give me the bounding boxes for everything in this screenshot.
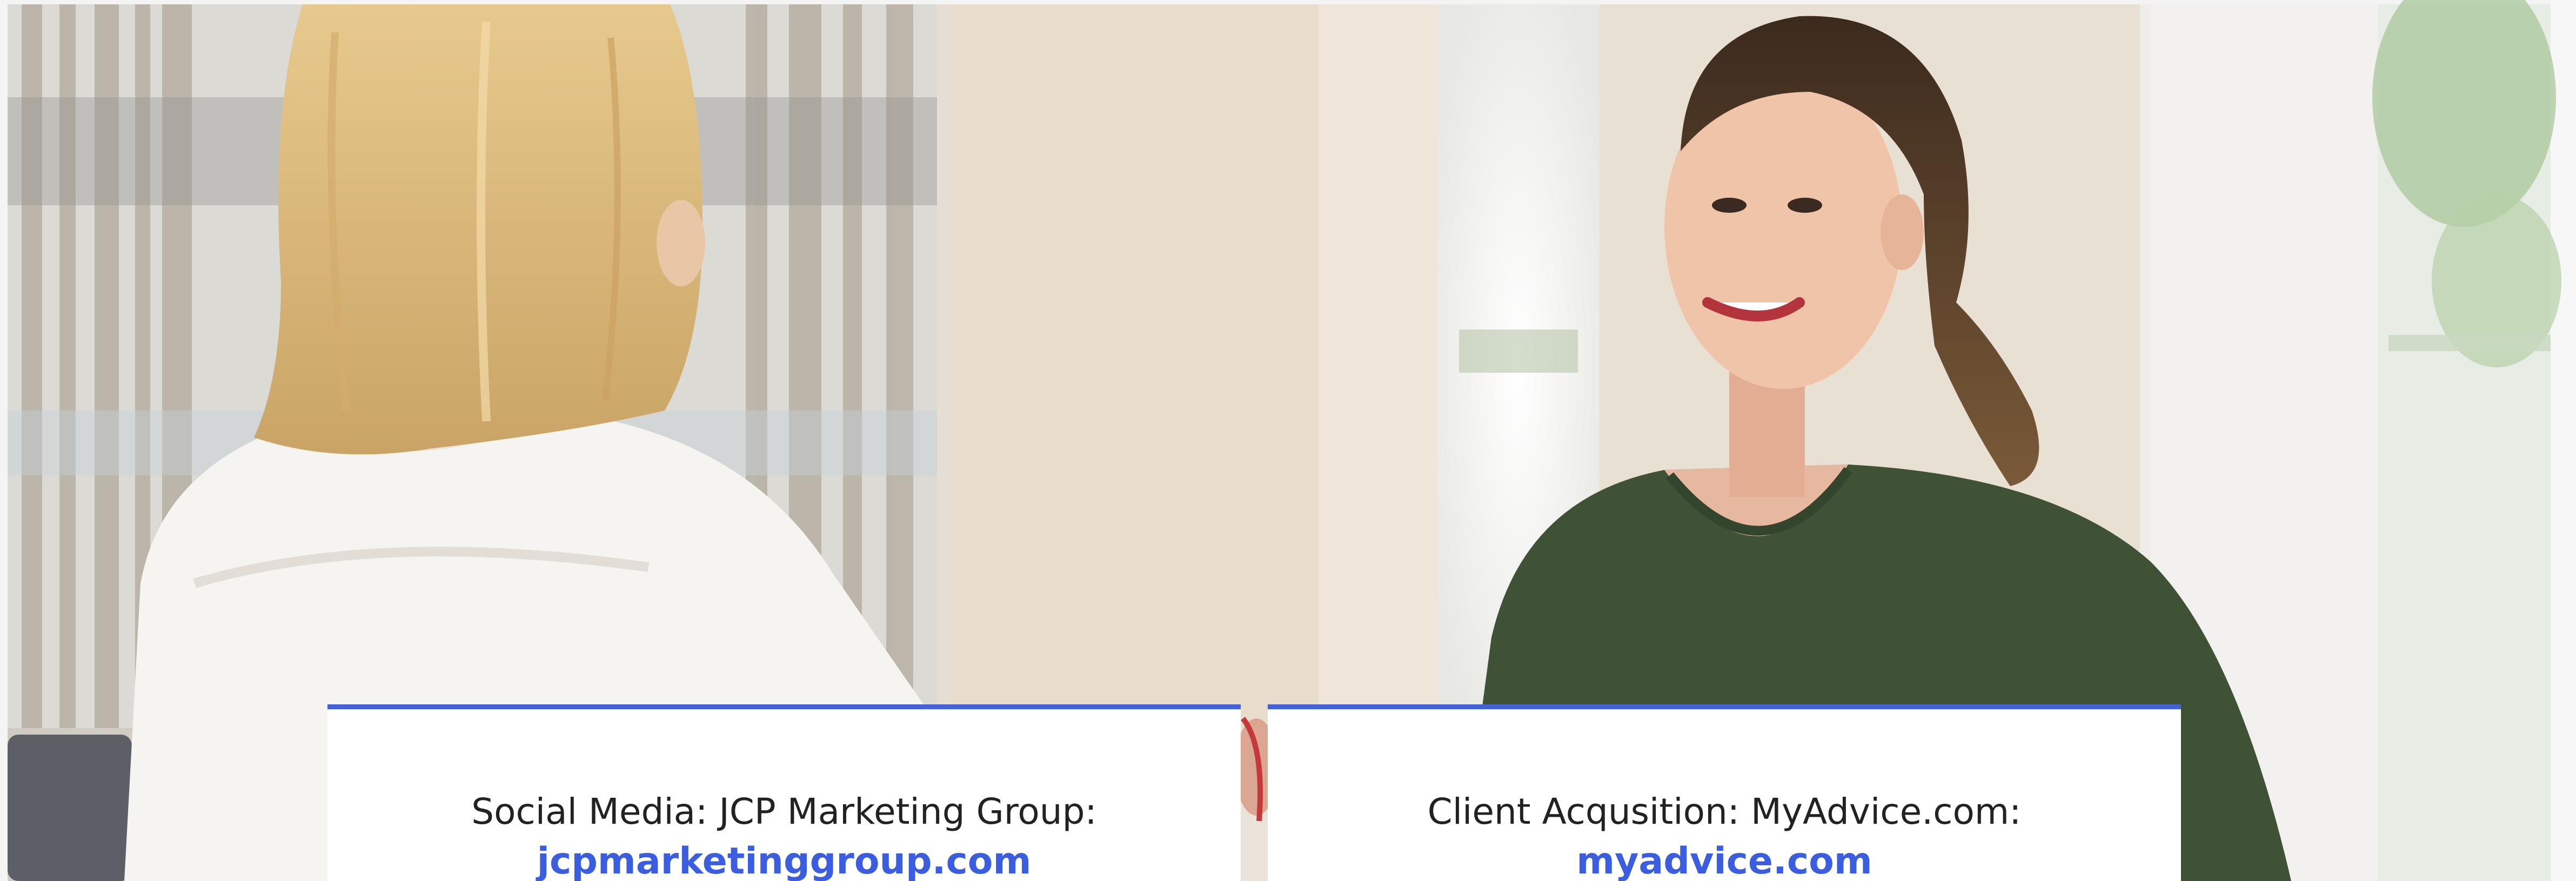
info-card-social-media: Social Media: JCP Marketing Group: jcpma… (327, 704, 1241, 881)
card-title: Client Acqusition: MyAdvice.com: (1427, 791, 2022, 832)
card-title: Social Media: JCP Marketing Group: (471, 791, 1097, 832)
card-link-jcpmarketinggroup[interactable]: jcpmarketinggroup.com (537, 840, 1032, 881)
card-link-myadvice[interactable]: myadvice.com (1576, 840, 1872, 881)
page: Social Media: JCP Marketing Group: jcpma… (0, 0, 2576, 881)
info-card-client-acquisition: Client Acqusition: MyAdvice.com: myadvic… (1268, 704, 2181, 881)
